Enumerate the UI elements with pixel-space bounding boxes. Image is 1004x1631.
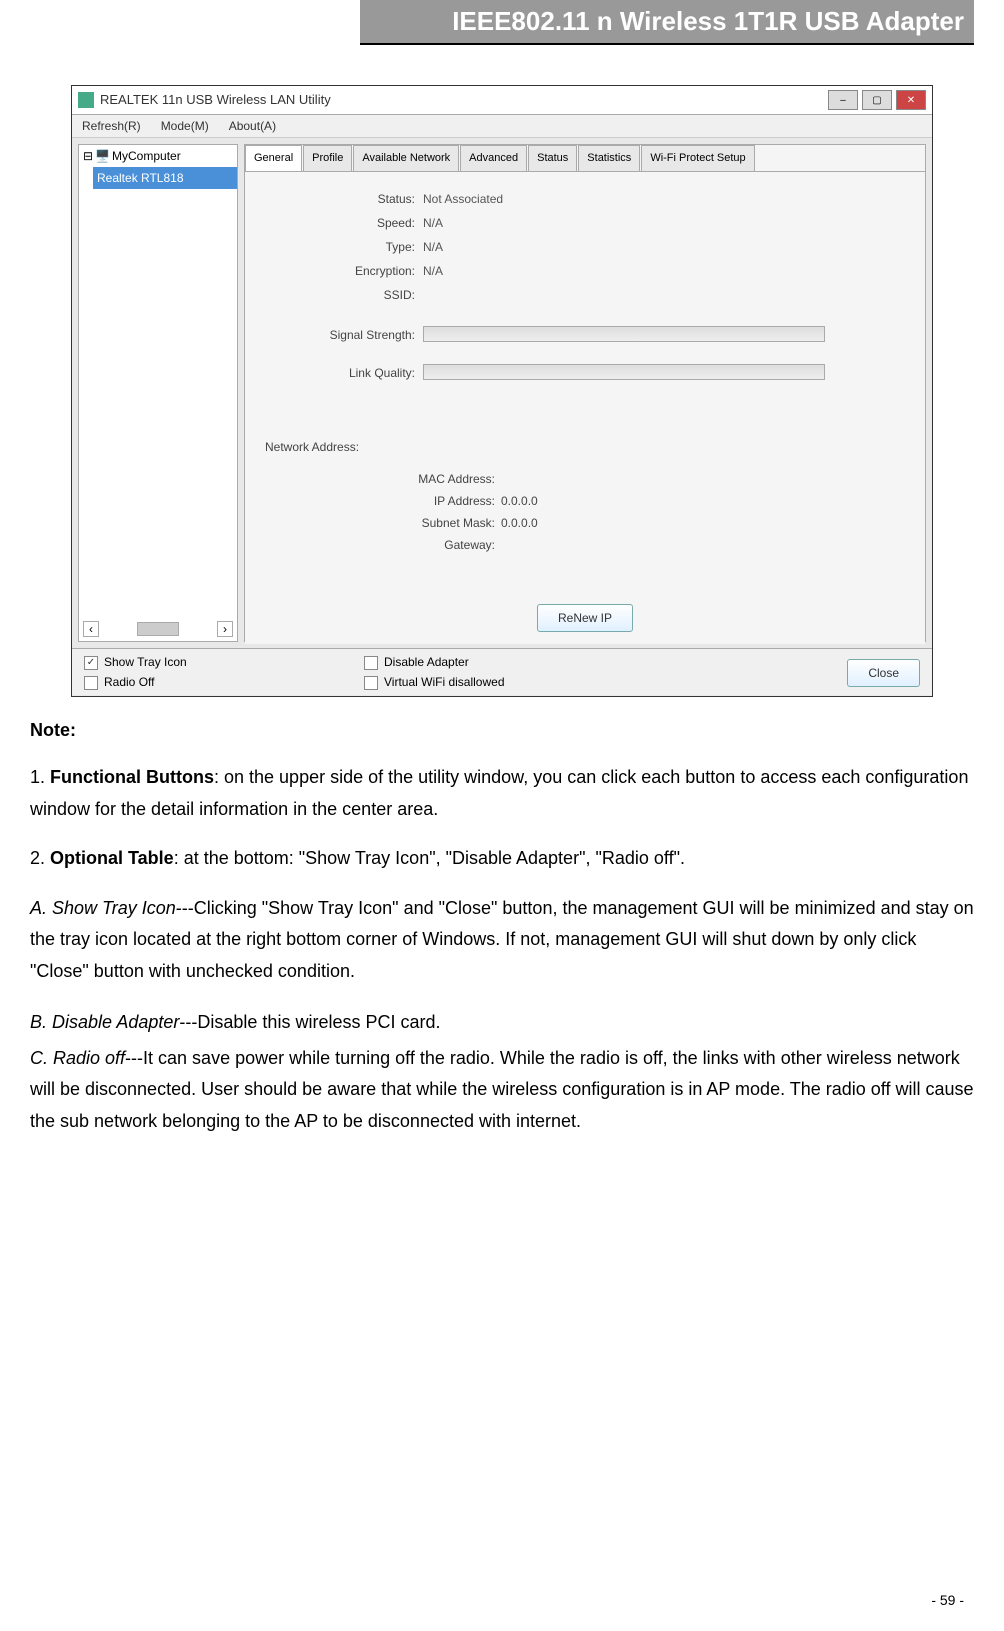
menu-about[interactable]: About(A) <box>229 117 276 135</box>
tab-general[interactable]: General <box>245 145 302 171</box>
tab-content-general: Status:Not Associated Speed:N/A Type:N/A… <box>245 172 925 644</box>
ip-label: IP Address: <box>385 492 501 510</box>
panel-close-button[interactable]: Close <box>847 659 920 687</box>
tab-status[interactable]: Status <box>528 145 577 171</box>
speed-label: Speed: <box>265 214 423 232</box>
renew-ip-button[interactable]: ReNew IP <box>537 604 633 632</box>
tab-statistics[interactable]: Statistics <box>578 145 640 171</box>
status-value: Not Associated <box>423 190 503 208</box>
tree-root[interactable]: ⊟ 🖥️ MyComputer <box>79 145 237 167</box>
pb-rest: ---Disable this wireless PCI card. <box>179 1012 440 1032</box>
radio-off-checkbox[interactable] <box>84 676 98 690</box>
radio-off-label: Radio Off <box>104 675 154 689</box>
ip-value: 0.0.0.0 <box>501 494 538 508</box>
show-tray-checkbox[interactable]: ✓ <box>84 656 98 670</box>
paragraph-2: 2. Optional Table: at the bottom: "Show … <box>30 843 974 875</box>
link-label: Link Quality: <box>265 364 423 382</box>
screenshot-window: REALTEK 11n USB Wireless LAN Utility – ▢… <box>71 85 933 697</box>
disable-adapter-checkbox[interactable] <box>364 656 378 670</box>
device-tree[interactable]: ⊟ 🖥️ MyComputer Realtek RTL818 ‹ › <box>78 144 238 642</box>
tab-available-network[interactable]: Available Network <box>353 145 459 171</box>
tree-computer-icon: 🖥️ <box>95 147 110 165</box>
p2-bold: Optional Table <box>50 848 174 868</box>
type-label: Type: <box>265 238 423 256</box>
speed-value: N/A <box>423 214 443 232</box>
note-heading: Note: <box>30 717 974 744</box>
menu-mode[interactable]: Mode(M) <box>161 117 209 135</box>
pb-italic: B. Disable Adapter <box>30 1012 179 1032</box>
disable-adapter-label: Disable Adapter <box>384 655 469 669</box>
close-window-button[interactable]: ✕ <box>896 90 926 110</box>
status-label: Status: <box>265 190 423 208</box>
p1-bold: Functional Buttons <box>50 767 214 787</box>
p2-prefix: 2. <box>30 848 50 868</box>
tree-adapter-selected[interactable]: Realtek RTL818 <box>93 167 237 189</box>
paragraph-1: 1. Functional Buttons: on the upper side… <box>30 762 974 825</box>
p2-rest: : at the bottom: "Show Tray Icon", "Disa… <box>174 848 685 868</box>
bottom-options-bar: ✓ Show Tray Icon Radio Off Disable Adapte… <box>72 648 932 695</box>
p1-prefix: 1. <box>30 767 50 787</box>
menu-bar: Refresh(R) Mode(M) About(A) <box>72 115 932 138</box>
show-tray-label: Show Tray Icon <box>104 655 187 669</box>
signal-bar <box>423 326 825 342</box>
gw-label: Gateway: <box>385 536 501 554</box>
virtual-wifi-label: Virtual WiFi disallowed <box>384 675 505 689</box>
link-bar <box>423 364 825 380</box>
minimize-button[interactable]: – <box>828 90 858 110</box>
pc-rest: ---It can save power while turning off t… <box>30 1048 974 1131</box>
tab-profile[interactable]: Profile <box>303 145 352 171</box>
tabs-panel: General Profile Available Network Advanc… <box>244 144 926 642</box>
tree-expand-icon[interactable]: ⊟ <box>83 147 93 165</box>
pa-italic: A. Show Tray Icon <box>30 898 176 918</box>
tree-root-label: MyComputer <box>112 147 181 165</box>
tree-scrollbar[interactable]: ‹ › <box>83 621 233 637</box>
virtual-wifi-checkbox[interactable] <box>364 676 378 690</box>
mac-label: MAC Address: <box>385 470 501 488</box>
tab-advanced[interactable]: Advanced <box>460 145 527 171</box>
paragraph-a: A. Show Tray Icon---Clicking "Show Tray … <box>30 893 974 988</box>
window-titlebar: REALTEK 11n USB Wireless LAN Utility – ▢… <box>72 86 932 115</box>
maximize-button[interactable]: ▢ <box>862 90 892 110</box>
pc-italic: C. Radio off <box>30 1048 125 1068</box>
paragraph-b: B. Disable Adapter---Disable this wirele… <box>30 1007 974 1039</box>
network-heading: Network Address: <box>265 438 905 456</box>
encryption-label: Encryption: <box>265 262 423 280</box>
menu-refresh[interactable]: Refresh(R) <box>82 117 141 135</box>
signal-label: Signal Strength: <box>265 326 423 344</box>
encryption-value: N/A <box>423 262 443 280</box>
tab-wifi-protect[interactable]: Wi-Fi Protect Setup <box>641 145 754 171</box>
mask-label: Subnet Mask: <box>385 514 501 532</box>
paragraph-c: C. Radio off---It can save power while t… <box>30 1043 974 1138</box>
app-icon <box>78 92 94 108</box>
mask-value: 0.0.0.0 <box>501 516 538 530</box>
page-number: - 59 - <box>931 1590 964 1611</box>
ssid-label: SSID: <box>265 286 423 304</box>
type-value: N/A <box>423 238 443 256</box>
window-title: REALTEK 11n USB Wireless LAN Utility <box>100 90 828 110</box>
doc-header: IEEE802.11 n Wireless 1T1R USB Adapter <box>360 0 974 45</box>
